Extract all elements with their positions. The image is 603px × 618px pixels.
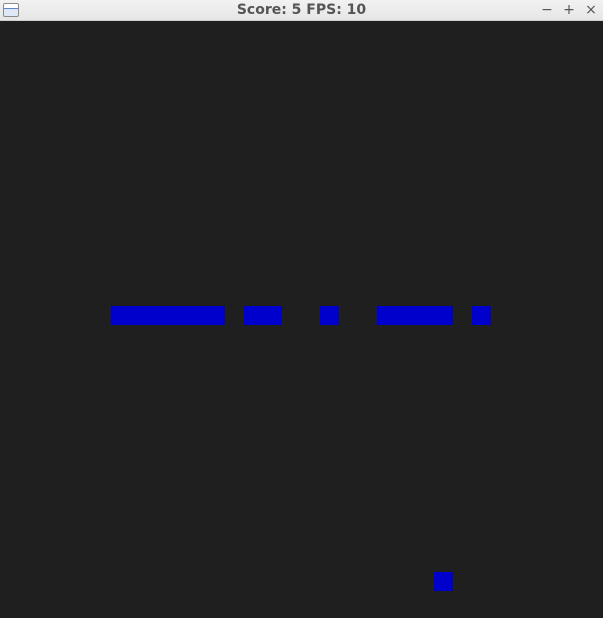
close-icon[interactable]: × [585,3,597,17]
block-segment [472,306,491,325]
block-segment [244,306,282,325]
minimize-icon[interactable]: − [541,3,553,17]
maximize-icon[interactable]: + [563,3,575,17]
food-block [434,572,453,591]
game-canvas[interactable] [0,21,603,618]
title-bar[interactable]: Score: 5 FPS: 10 − + × [0,0,603,21]
game-window: Score: 5 FPS: 10 − + × [0,0,603,618]
window-controls: − + × [541,0,597,20]
block-segment [320,306,339,325]
block-segment [377,306,453,325]
block-segment [111,306,225,325]
window-title: Score: 5 FPS: 10 [236,2,367,18]
